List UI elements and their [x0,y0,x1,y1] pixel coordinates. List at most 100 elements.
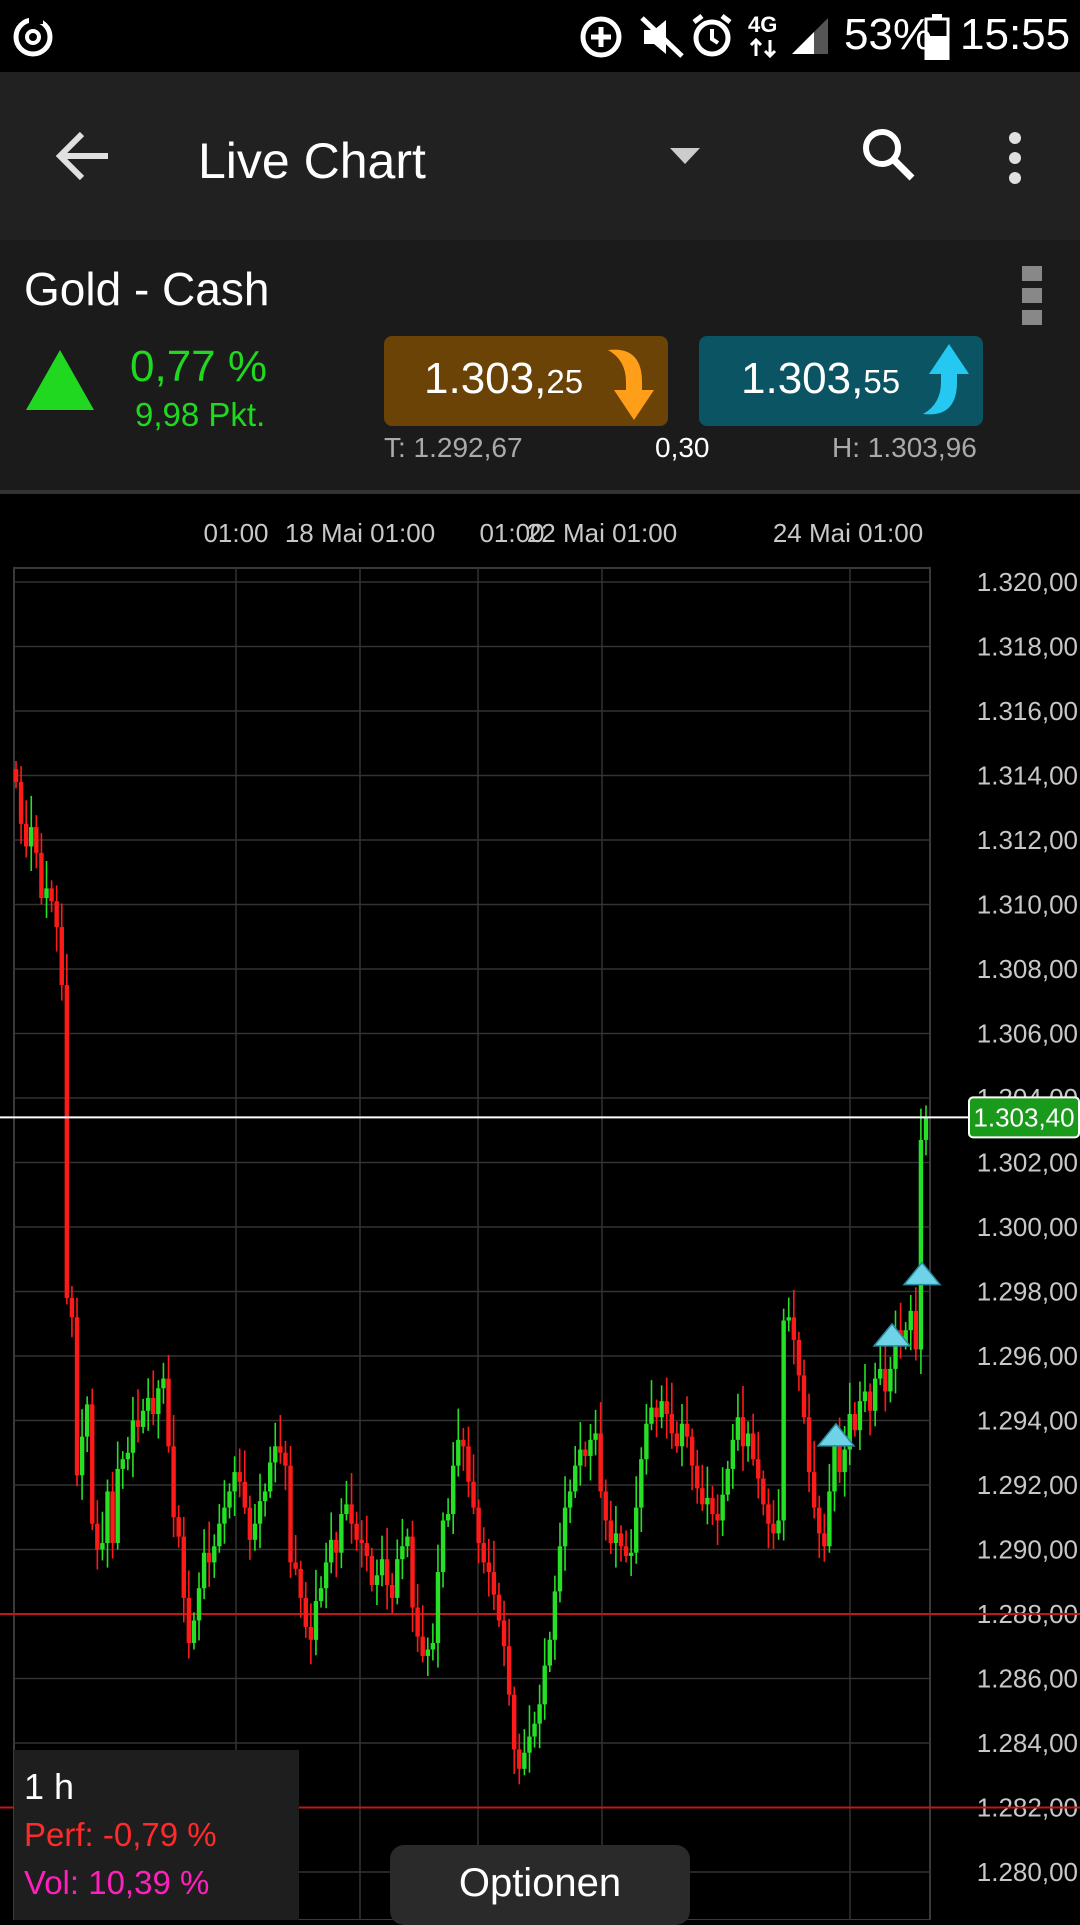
candle-body [618,1533,624,1547]
x-tick-label: 24 Mai 01:00 [773,518,923,548]
candle-body [862,1391,868,1402]
candle-body [552,1591,558,1640]
candle-body [29,827,34,847]
candle-body [720,1494,725,1521]
candle-body [522,1752,527,1769]
candle-body [247,1507,253,1540]
candle-body [461,1439,466,1447]
candle-body [496,1594,502,1621]
y-tick-label: 1.280,00 [977,1857,1078,1887]
price-chart[interactable]: 01:00 18 Mai 01:00 01:0022 Mai 01:00 24 Mai… [0,494,1080,1920]
candle-body [649,1407,654,1424]
candle-body [750,1433,756,1460]
candle-body [120,1459,125,1469]
y-tick-label: 1.312,00 [977,825,1078,855]
back-arrow-icon[interactable] [52,130,116,182]
y-tick-label: 1.290,00 [977,1535,1078,1565]
candle-body [786,1317,791,1321]
candle-body [13,769,19,782]
current-price-label: 1.303,40 [973,1102,1074,1132]
candle-body [674,1433,680,1447]
candle-body [186,1597,192,1644]
candle-body [405,1536,410,1547]
candle-body [857,1401,863,1431]
y-tick-label: 1.302,00 [977,1148,1078,1178]
candle-body [145,1397,151,1411]
candle-body [583,1449,588,1456]
candle-body [395,1559,400,1598]
candle-body [573,1465,578,1492]
y-tick-label: 1.292,00 [977,1470,1078,1500]
candle-body [151,1397,156,1415]
day-high: H: 1.303,96 [832,432,977,463]
data-arrows-icon [749,38,777,58]
candle-body [54,901,59,928]
search-icon[interactable] [858,124,918,184]
instrument-name[interactable]: Gold - Cash [24,262,269,316]
candle-body [191,1620,197,1644]
candle-body [130,1420,136,1453]
candle-body [18,781,24,824]
candle-body [105,1491,110,1544]
candle-body [471,1481,476,1508]
candle-body [918,1139,924,1350]
candle-body [217,1523,222,1547]
change-percent: 0,77 % [130,342,267,391]
instrument-header: Gold - Cash 0,77 % 9,98 Pkt. 1.303,25 1.… [0,240,1080,490]
options-button[interactable]: Optionen [390,1845,690,1925]
alarm-icon [692,14,732,57]
candle-body [603,1491,608,1521]
instrument-menu-icon[interactable] [1020,264,1044,326]
candle-body [59,927,64,986]
candle-body [384,1559,390,1585]
candle-body [476,1507,481,1544]
overflow-menu-icon[interactable] [1000,130,1030,186]
candle-body [339,1514,344,1553]
buy-button[interactable]: 1.303,55 [699,336,983,426]
candle-body [176,1517,181,1537]
dropdown-caret-icon[interactable] [668,146,702,166]
battery-percent: 53% [844,10,933,59]
candle-body [542,1665,547,1705]
candle-body [323,1562,329,1589]
candle-body [400,1546,405,1560]
candle-body [110,1491,115,1544]
page-title[interactable]: Live Chart [198,132,426,190]
performance-label: Perf: -0,79 % [24,1816,217,1853]
candle-body [415,1607,420,1637]
candle-body [842,1449,847,1473]
candle-body [288,1465,293,1563]
candle-body [359,1539,364,1544]
signal-icon [792,18,828,54]
candle-body [222,1507,227,1524]
candle-body [669,1414,675,1434]
app-bar: Live Chart [0,72,1080,240]
candle-body [501,1620,507,1647]
candle-body [888,1368,893,1392]
current-price-line: 1.303,40 [0,1096,1080,1139]
candle-body [181,1536,186,1598]
chart-info-box: 1 h Perf: -0,79 % Vol: 10,39 % [14,1750,299,1920]
candle-body [308,1626,314,1640]
candle-body [34,827,39,853]
candle-body [883,1368,888,1392]
candle-body [608,1520,614,1544]
sell-button[interactable]: 1.303,25 [384,336,668,426]
trend-up-icon [26,350,94,410]
candle-body [140,1410,146,1427]
candle-body [776,1520,781,1534]
candle-body [344,1504,349,1515]
candle-body [817,1507,822,1534]
interval-label[interactable]: 1 h [24,1766,74,1808]
candle-body [537,1704,542,1724]
candle-body [84,1404,90,1437]
candle-body [435,1572,441,1644]
candle-body [664,1401,669,1415]
candle-body [481,1543,486,1563]
candle-body [684,1423,690,1437]
clock: 15:55 [960,10,1071,59]
y-tick-label: 1.308,00 [977,954,1078,984]
candle-body [212,1546,217,1563]
candle-body [517,1749,522,1769]
candle-body [334,1539,339,1553]
